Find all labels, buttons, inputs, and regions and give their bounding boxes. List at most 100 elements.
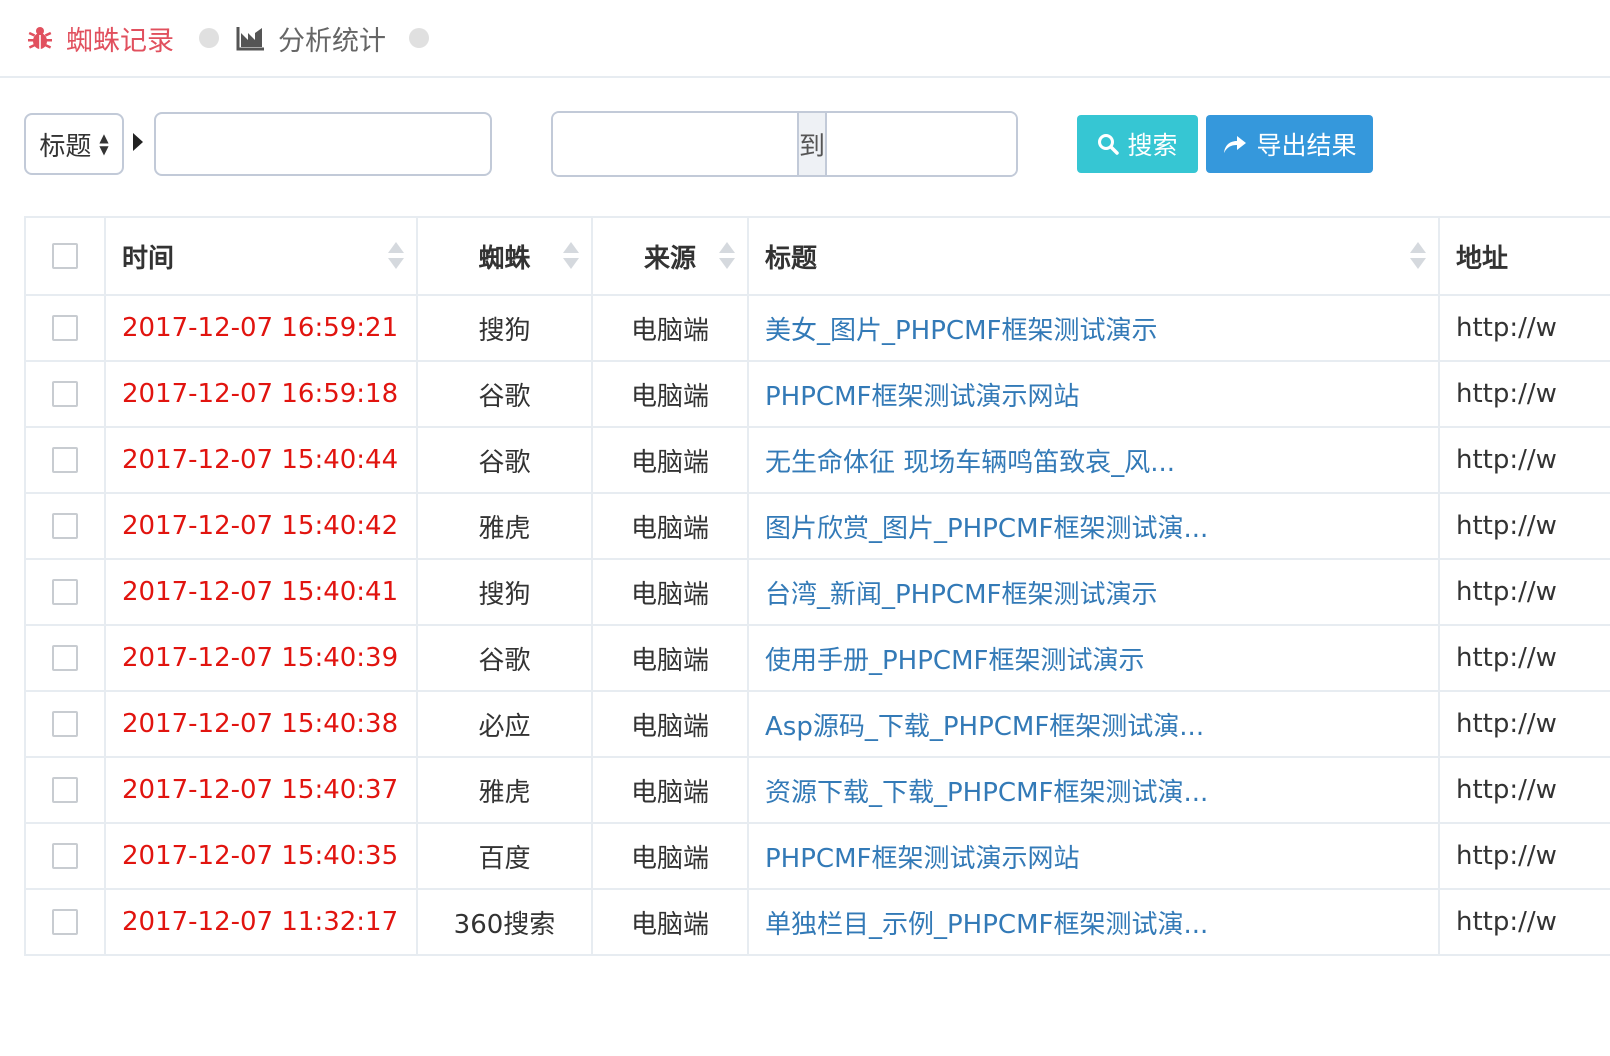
table-body: 2017-12-07 16:59:21 搜狗 电脑端 美女_图片_PHPCMF框架测试… bbox=[24, 294, 1610, 956]
row-time: 2017-12-07 11:32:17 bbox=[104, 888, 418, 956]
row-checkbox[interactable] bbox=[52, 579, 78, 605]
header-label: 蜘蛛 bbox=[478, 243, 531, 274]
row-url: http://w bbox=[1438, 822, 1610, 890]
select-all-checkbox[interactable] bbox=[52, 243, 78, 269]
table-row: 2017-12-07 15:40:41 搜狗 电脑端 台湾_新闻_PHPCMF框架测试… bbox=[24, 558, 1610, 626]
header-label: 地址 bbox=[1456, 243, 1509, 274]
row-checkbox[interactable] bbox=[52, 513, 78, 539]
row-checkbox-cell bbox=[24, 756, 106, 824]
date-start-input[interactable] bbox=[553, 113, 797, 175]
row-checkbox[interactable] bbox=[52, 381, 78, 407]
row-checkbox[interactable] bbox=[52, 645, 78, 671]
row-url: http://w bbox=[1438, 492, 1610, 560]
row-checkbox[interactable] bbox=[52, 315, 78, 341]
select-arrows-icon: ▲ ▼ bbox=[99, 131, 109, 157]
row-source: 电脑端 bbox=[591, 294, 749, 362]
row-title-link[interactable]: 无生命体征 现场车辆鸣笛致哀_风... bbox=[765, 448, 1175, 478]
row-url: http://w bbox=[1438, 426, 1610, 494]
header-label: 来源 bbox=[643, 243, 696, 274]
page: 蜘蛛记录 分析统计 标题 ▲ ▼ 到 搜索 导出结果 时间 蜘蛛 来源 标题 地… bbox=[0, 0, 1610, 1056]
tab-label: 蜘蛛记录 bbox=[66, 25, 174, 57]
row-checkbox-cell bbox=[24, 822, 106, 890]
row-url: http://w bbox=[1438, 294, 1610, 362]
search-icon bbox=[1098, 134, 1120, 155]
export-button[interactable]: 导出结果 bbox=[1206, 115, 1373, 173]
table-row: 2017-12-07 15:40:37 雅虎 电脑端 资源下载_下载_PHPCMF框架… bbox=[24, 756, 1610, 824]
row-checkbox[interactable] bbox=[52, 777, 78, 803]
tab-spider-log[interactable]: 蜘蛛记录 bbox=[26, 18, 174, 58]
row-source: 电脑端 bbox=[591, 492, 749, 560]
row-checkbox-cell bbox=[24, 558, 106, 626]
row-source: 电脑端 bbox=[591, 822, 749, 890]
header-url: 地址 bbox=[1438, 216, 1610, 296]
row-title-link[interactable]: Asp源码_下载_PHPCMF框架测试演... bbox=[765, 712, 1204, 742]
row-spider: 雅虎 bbox=[416, 492, 593, 560]
table-row: 2017-12-07 16:59:21 搜狗 电脑端 美女_图片_PHPCMF框架测试… bbox=[24, 294, 1610, 362]
row-checkbox-cell bbox=[24, 624, 106, 692]
row-title-link[interactable]: 美女_图片_PHPCMF框架测试演示 bbox=[765, 316, 1157, 346]
row-title-link[interactable]: PHPCMF框架测试演示网站 bbox=[765, 382, 1079, 412]
row-title-cell: 美女_图片_PHPCMF框架测试演示 bbox=[747, 294, 1440, 362]
row-url: http://w bbox=[1438, 624, 1610, 692]
field-select[interactable]: 标题 ▲ ▼ bbox=[24, 113, 124, 175]
table-row: 2017-12-07 15:40:39 谷歌 电脑端 使用手册_PHPCMF框架测试演… bbox=[24, 624, 1610, 692]
keyword-input[interactable] bbox=[154, 112, 492, 176]
row-time: 2017-12-07 15:40:42 bbox=[104, 492, 418, 560]
row-title-link[interactable]: 资源下载_下载_PHPCMF框架测试演... bbox=[765, 778, 1208, 808]
share-icon bbox=[1224, 136, 1247, 153]
tab-bar: 蜘蛛记录 分析统计 bbox=[0, 0, 1610, 78]
header-source[interactable]: 来源 bbox=[591, 216, 749, 296]
table-row: 2017-12-07 11:32:17 360搜索 电脑端 单独栏目_示例_PHPCM… bbox=[24, 888, 1610, 956]
row-title-link[interactable]: PHPCMF框架测试演示网站 bbox=[765, 844, 1079, 874]
header-time[interactable]: 时间 bbox=[104, 216, 418, 296]
row-spider: 谷歌 bbox=[416, 426, 593, 494]
range-separator: 到 bbox=[797, 113, 828, 175]
export-button-label: 导出结果 bbox=[1256, 131, 1357, 160]
row-title-link[interactable]: 单独栏目_示例_PHPCMF框架测试演... bbox=[765, 910, 1208, 940]
row-url: http://w bbox=[1438, 888, 1610, 956]
row-spider: 百度 bbox=[416, 822, 593, 890]
sort-icon bbox=[388, 242, 404, 269]
search-button[interactable]: 搜索 bbox=[1077, 115, 1198, 173]
row-time: 2017-12-07 15:40:38 bbox=[104, 690, 418, 758]
row-checkbox[interactable] bbox=[52, 447, 78, 473]
row-checkbox[interactable] bbox=[52, 843, 78, 869]
row-checkbox-cell bbox=[24, 426, 106, 494]
row-spider: 谷歌 bbox=[416, 360, 593, 428]
date-range: 到 bbox=[551, 111, 1018, 177]
row-time: 2017-12-07 15:40:35 bbox=[104, 822, 418, 890]
row-title-link[interactable]: 台湾_新闻_PHPCMF框架测试演示 bbox=[765, 580, 1157, 610]
header-spider[interactable]: 蜘蛛 bbox=[416, 216, 593, 296]
row-checkbox[interactable] bbox=[52, 711, 78, 737]
row-checkbox[interactable] bbox=[52, 909, 78, 935]
row-title-cell: 无生命体征 现场车辆鸣笛致哀_风... bbox=[747, 426, 1440, 494]
sort-icon bbox=[719, 242, 735, 269]
row-time: 2017-12-07 15:40:41 bbox=[104, 558, 418, 626]
row-source: 电脑端 bbox=[591, 888, 749, 956]
row-source: 电脑端 bbox=[591, 624, 749, 692]
row-url: http://w bbox=[1438, 690, 1610, 758]
header-checkbox-cell bbox=[24, 216, 106, 296]
row-title-cell: PHPCMF框架测试演示网站 bbox=[747, 822, 1440, 890]
table-row: 2017-12-07 16:59:18 谷歌 电脑端 PHPCMF框架测试演示网站 ht… bbox=[24, 360, 1610, 428]
row-checkbox-cell bbox=[24, 294, 106, 362]
row-source: 电脑端 bbox=[591, 690, 749, 758]
row-spider: 搜狗 bbox=[416, 558, 593, 626]
row-title-cell: Asp源码_下载_PHPCMF框架测试演... bbox=[747, 690, 1440, 758]
caret-right-icon bbox=[133, 133, 143, 151]
tab-statistics[interactable]: 分析统计 bbox=[236, 18, 386, 58]
row-time: 2017-12-07 15:40:44 bbox=[104, 426, 418, 494]
row-source: 电脑端 bbox=[591, 426, 749, 494]
sort-icon bbox=[1410, 242, 1426, 269]
row-spider: 必应 bbox=[416, 690, 593, 758]
row-spider: 谷歌 bbox=[416, 624, 593, 692]
tab-label: 分析统计 bbox=[278, 25, 386, 57]
row-title-link[interactable]: 使用手册_PHPCMF框架测试演示 bbox=[765, 646, 1144, 676]
header-title[interactable]: 标题 bbox=[747, 216, 1440, 296]
date-end-input[interactable] bbox=[827, 113, 1016, 175]
row-source: 电脑端 bbox=[591, 360, 749, 428]
row-title-link[interactable]: 图片欣赏_图片_PHPCMF框架测试演... bbox=[765, 514, 1208, 544]
row-url: http://w bbox=[1438, 360, 1610, 428]
row-source: 电脑端 bbox=[591, 756, 749, 824]
table-row: 2017-12-07 15:40:38 必应 电脑端 Asp源码_下载_PHPCMF框… bbox=[24, 690, 1610, 758]
